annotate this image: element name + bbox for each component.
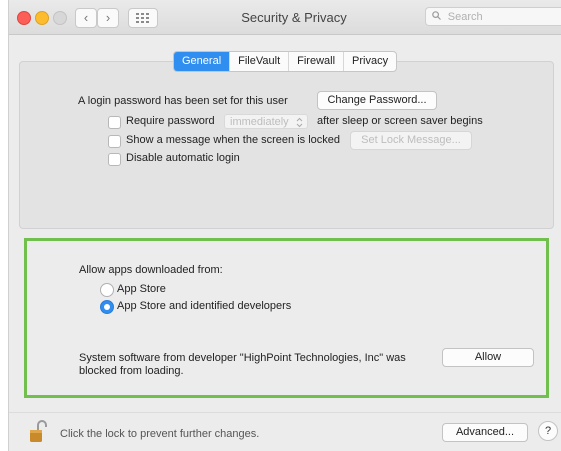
- chevron-left-icon: ‹: [83, 10, 89, 25]
- require-password-select-value: immediately: [230, 116, 289, 128]
- allow-apps-heading: Allow apps downloaded from:: [79, 264, 223, 276]
- blocked-message-line2: blocked from loading.: [79, 365, 184, 377]
- lock-open-icon[interactable]: [29, 419, 47, 443]
- minimize-window-button[interactable]: [35, 11, 49, 25]
- search-placeholder: Search: [447, 11, 483, 23]
- require-password-label: Require password: [126, 115, 215, 127]
- tab-general[interactable]: General: [174, 52, 231, 71]
- close-window-button[interactable]: [17, 11, 31, 25]
- show-message-label: Show a message when the screen is locked: [126, 134, 341, 146]
- radio-app-store-identified-label: App Store and identified developers: [117, 300, 292, 312]
- help-button[interactable]: ?: [538, 421, 558, 441]
- chevron-right-icon: ›: [105, 10, 111, 25]
- grid-icon: [136, 13, 149, 23]
- lock-text: Click the lock to prevent further change…: [60, 428, 260, 440]
- show-all-button[interactable]: [128, 8, 158, 28]
- search-field[interactable]: Search: [425, 7, 561, 26]
- general-panel: A login password has been set for this u…: [19, 61, 554, 229]
- forward-button[interactable]: ›: [97, 8, 119, 28]
- chevron-updown-icon: [296, 115, 303, 133]
- set-lock-message-button[interactable]: Set Lock Message...: [350, 131, 472, 150]
- require-password-checkbox[interactable]: [108, 116, 121, 129]
- radio-app-store-label: App Store: [117, 283, 166, 295]
- tab-bar: General FileVault Firewall Privacy: [173, 51, 398, 72]
- preferences-window: ‹ › Security & Privacy Search General Fi…: [8, 0, 561, 451]
- tab-privacy[interactable]: Privacy: [344, 52, 396, 71]
- tab-firewall[interactable]: Firewall: [289, 52, 345, 71]
- login-password-text: A login password has been set for this u…: [78, 95, 288, 107]
- disable-auto-login-checkbox[interactable]: [108, 153, 121, 166]
- back-button[interactable]: ‹: [75, 8, 97, 28]
- window-title: Security & Privacy: [241, 10, 347, 25]
- tab-filevault[interactable]: FileVault: [230, 52, 290, 71]
- title-bar: ‹ › Security & Privacy Search: [9, 0, 561, 35]
- advanced-button[interactable]: Advanced...: [442, 423, 528, 442]
- require-password-select[interactable]: immediately: [224, 114, 308, 129]
- zoom-window-button[interactable]: [53, 11, 67, 25]
- disable-auto-login-label: Disable automatic login: [126, 152, 240, 164]
- allow-button[interactable]: Allow: [442, 348, 534, 367]
- change-password-button[interactable]: Change Password...: [317, 91, 437, 110]
- require-password-suffix: after sleep or screen saver begins: [317, 115, 483, 127]
- blocked-message-line1: System software from developer "HighPoin…: [79, 352, 406, 364]
- footer-divider: [9, 412, 561, 413]
- radio-app-store[interactable]: [100, 283, 114, 297]
- show-message-checkbox[interactable]: [108, 135, 121, 148]
- radio-app-store-identified[interactable]: [100, 300, 114, 314]
- search-icon: [432, 11, 444, 23]
